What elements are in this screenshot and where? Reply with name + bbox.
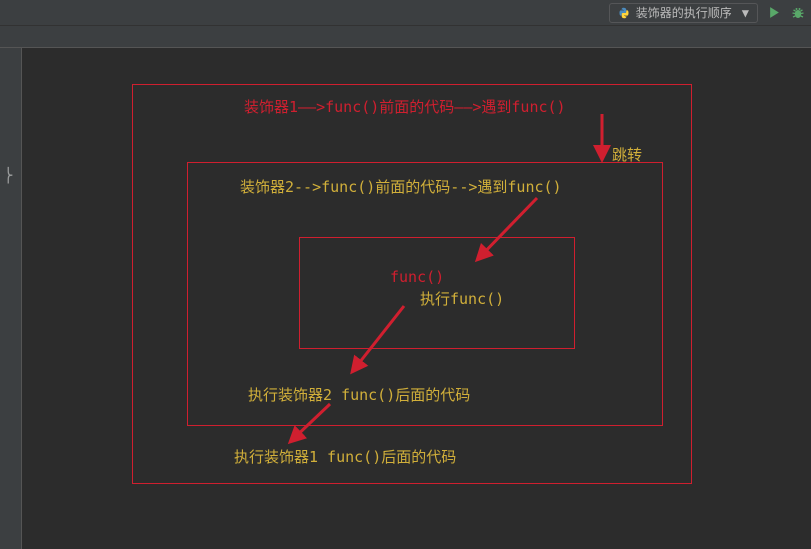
collapse-icon[interactable]: ⎬: [3, 168, 14, 185]
python-icon: [618, 7, 630, 19]
play-icon: [768, 6, 781, 19]
run-config-label: 装饰器的执行顺序: [636, 4, 732, 21]
run-config-dropdown[interactable]: 装饰器的执行顺序 ▼: [609, 3, 758, 23]
editor-gutter: ⎬: [0, 48, 22, 549]
bug-icon: [791, 6, 805, 20]
exec-decorator1-label: 执行装饰器1 func()后面的代码: [234, 446, 456, 467]
decorator2-title: 装饰器2-->func()前面的代码-->遇到func(): [240, 176, 562, 197]
func-label: func(): [390, 268, 444, 286]
run-button[interactable]: [768, 6, 781, 19]
tab-bar: [0, 26, 811, 48]
chevron-down-icon: ▼: [742, 6, 749, 20]
decorator1-title: 装饰器1——>func()前面的代码——>遇到func(): [244, 96, 566, 117]
debug-button[interactable]: [791, 6, 805, 20]
decorator-flow-diagram: 装饰器1——>func()前面的代码——>遇到func() 跳转 装饰器2-->…: [132, 84, 692, 484]
toolbar: 装饰器的执行顺序 ▼: [0, 0, 811, 26]
editor-area: 装饰器1——>func()前面的代码——>遇到func() 跳转 装饰器2-->…: [22, 48, 811, 549]
jump-label: 跳转: [612, 144, 642, 165]
exec-func-label: 执行func(): [420, 288, 504, 309]
exec-decorator2-label: 执行装饰器2 func()后面的代码: [248, 384, 470, 405]
